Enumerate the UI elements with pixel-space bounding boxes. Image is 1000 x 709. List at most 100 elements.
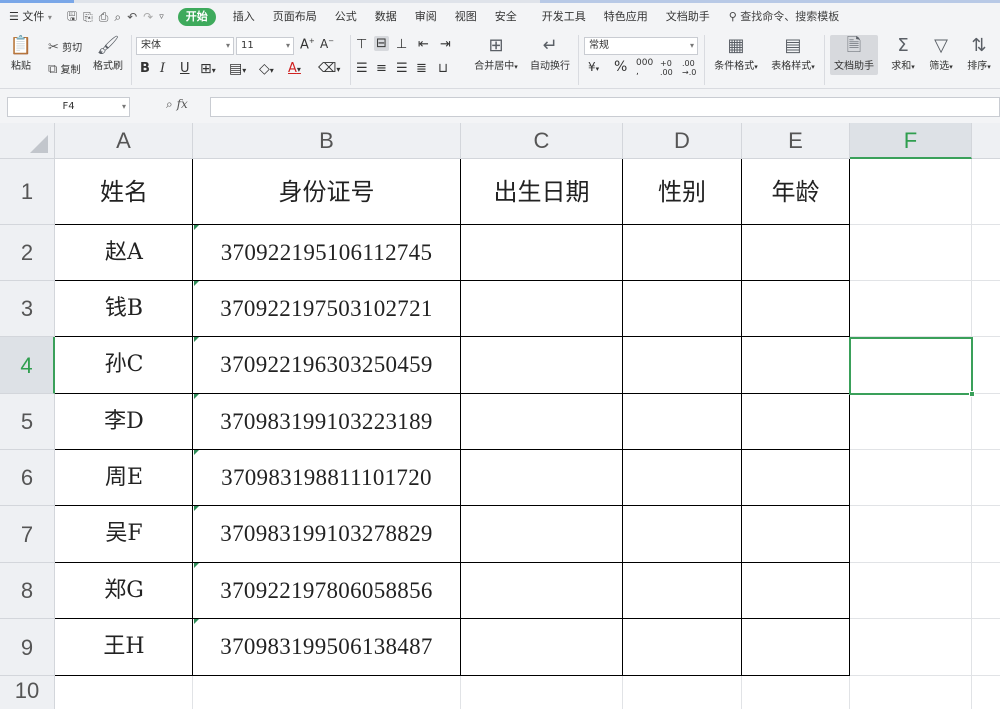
- doc-assistant-button[interactable]: 🗎 文档助手: [830, 35, 878, 75]
- clear-format-icon[interactable]: ⌫▾: [318, 61, 340, 76]
- decrease-decimal-icon[interactable]: .00 →.0: [682, 59, 696, 77]
- selected-cell-f4[interactable]: [849, 337, 975, 397]
- header-cell-id[interactable]: 身份证号: [193, 160, 460, 224]
- column-header-f[interactable]: F: [850, 123, 972, 159]
- distributed-icon[interactable]: ⊔: [438, 61, 448, 76]
- row-header-7[interactable]: 7: [0, 506, 55, 563]
- wrap-text-button[interactable]: ↵ 自动换行: [528, 35, 572, 72]
- id-cell[interactable]: 370983199506138487: [193, 619, 460, 675]
- id-cell[interactable]: 370922195106112745: [193, 225, 460, 280]
- tab-developer[interactable]: 开发工具: [526, 3, 595, 31]
- id-cell[interactable]: 370922197806058856: [193, 563, 460, 618]
- indent-increase-icon[interactable]: ⇥: [440, 37, 451, 52]
- id-cell[interactable]: 370922196303250459: [193, 337, 460, 393]
- increase-font-icon[interactable]: A+: [300, 37, 315, 52]
- italic-icon[interactable]: I: [160, 61, 165, 76]
- name-cell[interactable]: 周E: [56, 450, 192, 505]
- sort-button[interactable]: ⇅ 排序▾: [962, 35, 996, 72]
- tab-page-layout[interactable]: 页面布局: [264, 3, 326, 31]
- row-header-6[interactable]: 6: [0, 450, 55, 506]
- undo-icon[interactable]: ↶: [127, 10, 137, 24]
- borders-icon[interactable]: ⊞▾: [200, 61, 216, 77]
- tab-data[interactable]: 数据: [366, 3, 406, 31]
- column-header-d[interactable]: D: [623, 123, 742, 159]
- justify-icon[interactable]: ≣: [416, 61, 427, 76]
- currency-icon[interactable]: ¥▾: [588, 60, 599, 74]
- id-cell[interactable]: 370922197503102721: [193, 281, 460, 336]
- name-cell[interactable]: 李D: [56, 394, 192, 449]
- row-header-9[interactable]: 9: [0, 619, 55, 676]
- cell-style-icon[interactable]: ▤▾: [229, 61, 246, 77]
- row-header-2[interactable]: 2: [0, 225, 55, 281]
- header-cell-gender[interactable]: 性别: [623, 160, 741, 224]
- sum-button[interactable]: Σ 求和▾: [888, 35, 918, 72]
- align-center-icon[interactable]: ≡: [376, 61, 387, 76]
- row-header-5[interactable]: 5: [0, 394, 55, 450]
- name-cell[interactable]: 郑G: [56, 563, 192, 618]
- tab-security[interactable]: 安全: [486, 3, 526, 31]
- select-all-corner[interactable]: [0, 123, 55, 159]
- tab-special-apps[interactable]: 特色应用: [595, 3, 657, 31]
- tab-view[interactable]: 视图: [446, 3, 486, 31]
- header-cell-age[interactable]: 年龄: [742, 160, 849, 224]
- fill-handle[interactable]: [969, 391, 975, 397]
- row-header-10[interactable]: 10: [0, 676, 55, 709]
- format-painter-button[interactable]: 🖌 格式刷: [92, 35, 124, 72]
- font-color-icon[interactable]: A▾: [288, 61, 301, 76]
- underline-icon[interactable]: U: [180, 61, 190, 76]
- row-header-4[interactable]: 4: [0, 337, 55, 394]
- name-cell[interactable]: 钱B: [56, 281, 192, 336]
- align-middle-icon[interactable]: ⊟: [374, 36, 389, 51]
- font-size-select[interactable]: 11 ▾: [236, 37, 294, 55]
- name-cell[interactable]: 吴F: [56, 506, 192, 562]
- name-cell[interactable]: 赵A: [56, 225, 192, 280]
- id-cell[interactable]: 370983199103223189: [193, 394, 460, 449]
- percent-icon[interactable]: %: [614, 59, 627, 75]
- column-header-a[interactable]: A: [55, 123, 193, 159]
- column-header-g[interactable]: [972, 123, 1000, 159]
- tab-review[interactable]: 审阅: [406, 3, 446, 31]
- thousands-separator-icon[interactable]: 000,: [636, 59, 653, 77]
- column-header-b[interactable]: B: [193, 123, 461, 159]
- fill-color-icon[interactable]: ◇▾: [259, 61, 274, 77]
- print-icon[interactable]: ⎙: [99, 10, 109, 25]
- align-bottom-icon[interactable]: ⊥: [396, 37, 407, 52]
- increase-decimal-icon[interactable]: +0.00: [660, 59, 673, 77]
- bold-icon[interactable]: B: [140, 61, 150, 76]
- align-left-icon[interactable]: ☰: [356, 61, 368, 76]
- conditional-format-button[interactable]: ▦ 条件格式▾: [710, 35, 762, 72]
- column-header-e[interactable]: E: [742, 123, 850, 159]
- formula-input[interactable]: [210, 97, 1000, 117]
- file-menu[interactable]: ☰ 文件 ▾: [0, 3, 61, 31]
- fx-icon[interactable]: fx: [177, 97, 188, 111]
- header-cell-birthdate[interactable]: 出生日期: [461, 160, 622, 224]
- number-format-select[interactable]: 常规 ▾: [584, 37, 698, 55]
- paste-button[interactable]: 📋 粘贴: [7, 35, 35, 72]
- tab-insert[interactable]: 插入: [224, 3, 264, 31]
- column-header-c[interactable]: C: [461, 123, 623, 159]
- filter-button[interactable]: ▽ 筛选▾: [924, 35, 958, 72]
- save-icon[interactable]: 🖫: [67, 7, 77, 28]
- print-preview-icon[interactable]: ⌕: [114, 10, 121, 25]
- row-header-3[interactable]: 3: [0, 281, 55, 337]
- align-right-icon[interactable]: ☰: [396, 61, 408, 76]
- row-header-1[interactable]: 1: [0, 159, 55, 225]
- id-cell[interactable]: 370983198811101720: [193, 450, 460, 505]
- customize-chevron-icon[interactable]: ▿: [159, 12, 164, 22]
- table-style-button[interactable]: ▤ 表格样式▾: [766, 35, 820, 72]
- name-box[interactable]: F4 ▾: [7, 97, 130, 117]
- tab-doc-assistant[interactable]: 文档助手: [657, 3, 719, 31]
- tab-formulas[interactable]: 公式: [326, 3, 366, 31]
- row-header-8[interactable]: 8: [0, 563, 55, 619]
- id-cell[interactable]: 370983199103278829: [193, 506, 460, 562]
- decrease-font-icon[interactable]: A−: [320, 37, 334, 51]
- name-cell[interactable]: 孙C: [56, 337, 192, 393]
- zoom-icon[interactable]: ⌕: [166, 97, 173, 111]
- align-top-icon[interactable]: ⊤: [356, 37, 367, 52]
- name-cell[interactable]: 王H: [56, 619, 192, 675]
- indent-decrease-icon[interactable]: ⇤: [418, 37, 429, 52]
- redo-icon[interactable]: ↷: [143, 10, 153, 24]
- command-search[interactable]: ⚲ 查找命令、搜索模板: [719, 3, 849, 31]
- font-name-select[interactable]: 宋体 ▾: [136, 37, 234, 55]
- merge-center-button[interactable]: ⊞ 合并居中▾: [470, 35, 522, 72]
